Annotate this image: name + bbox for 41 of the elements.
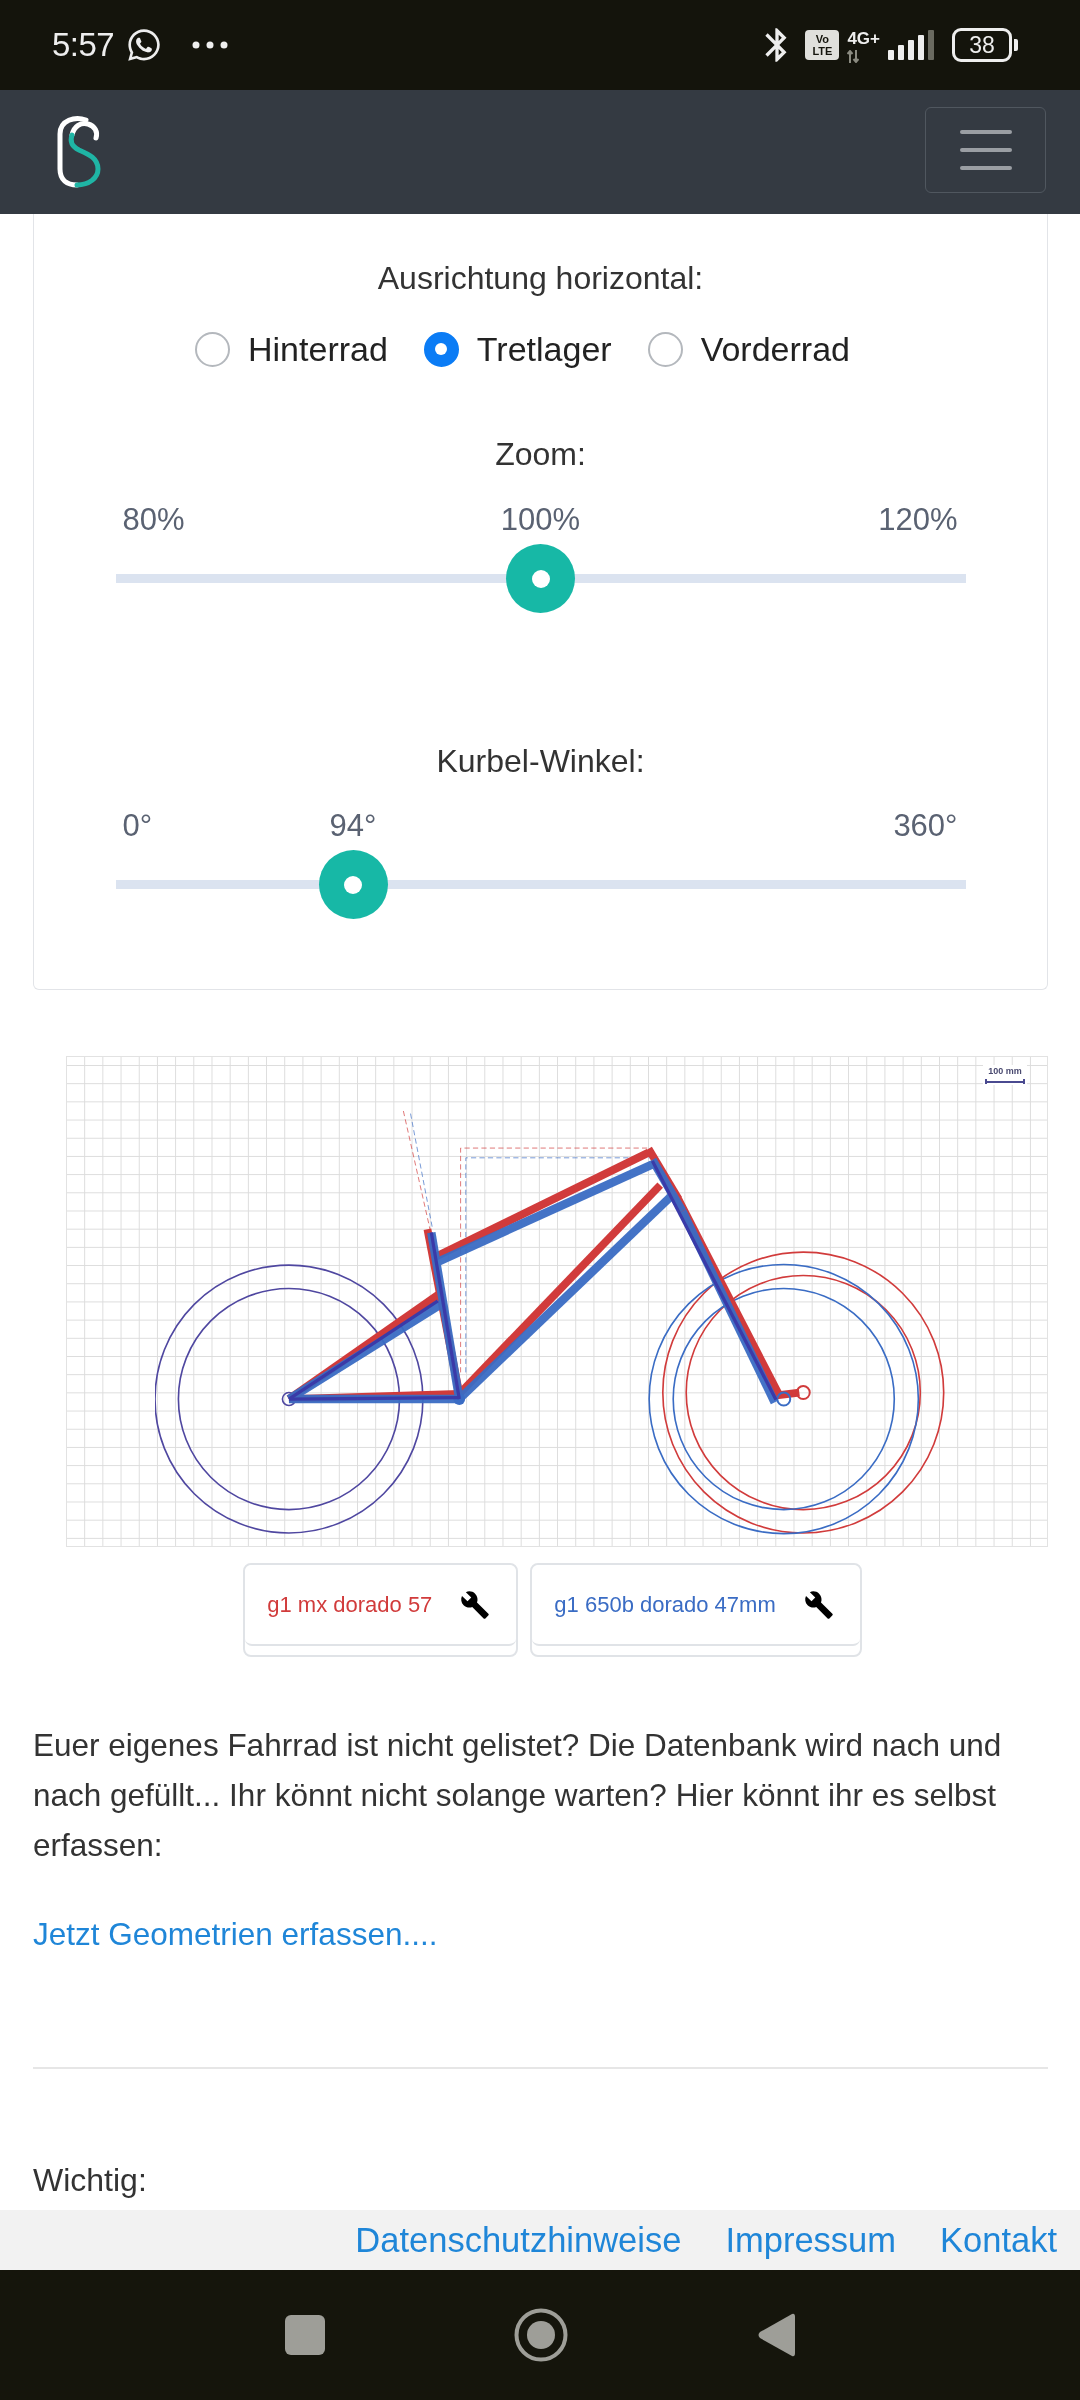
radio-button[interactable] xyxy=(647,331,683,367)
slider-max-label: 360° xyxy=(893,808,958,844)
more-dots-icon xyxy=(192,41,229,49)
radio-label[interactable]: Vorderrad xyxy=(700,329,850,369)
wrench-icon xyxy=(803,1589,834,1620)
data-arrows-icon xyxy=(847,49,860,63)
radio-button[interactable] xyxy=(195,331,230,367)
bike-button[interactable]: g1 mx dorado 57 xyxy=(245,1565,517,1646)
chat-phone-icon xyxy=(126,27,163,63)
network-type-label: 4G+ xyxy=(847,29,880,48)
slider-label: Kurbel-Winkel: xyxy=(435,743,646,779)
battery-indicator: 38 xyxy=(952,28,1018,62)
alignment-label: Ausrichtung horizontal: xyxy=(377,260,704,296)
wrench-icon xyxy=(460,1589,491,1620)
menu-button[interactable] xyxy=(925,107,1046,193)
bike-button[interactable]: g1 650b dorado 47mm xyxy=(532,1565,860,1646)
radio-button[interactable] xyxy=(423,331,459,367)
slider-max-label: 120% xyxy=(878,502,958,538)
menu-icon xyxy=(959,130,1012,170)
recents-button[interactable] xyxy=(285,2315,325,2355)
home-button[interactable] xyxy=(514,2308,568,2362)
slider-value-label: 94° xyxy=(329,808,377,844)
notice-heading: Wichtig: xyxy=(33,2161,147,2200)
scale-label: 100 mm xyxy=(988,1066,1022,1076)
slider-min-label: 0° xyxy=(122,808,153,844)
add-geometry-link[interactable]: Jetzt Geometrien erfassen.... xyxy=(33,1909,438,1959)
radio-label[interactable]: Tretlager xyxy=(476,329,612,369)
radio-label[interactable]: Hinterrad xyxy=(248,329,388,369)
signal-icon xyxy=(888,30,934,60)
back-button[interactable] xyxy=(757,2312,795,2358)
status-time: 5:57 xyxy=(52,26,115,64)
footer-link[interactable]: Datenschutzhinweise xyxy=(355,2220,682,2260)
slider-label: Zoom: xyxy=(494,436,587,472)
intro-text: Euer eigenes Fahrrad ist nicht gelistet? Die Datenbank wird nach und nach gefüllt... Ihr könnt nicht solange warten? Hier könnt ihr es selbst erfassen: xyxy=(33,1726,1003,1865)
slider-value-label: 100% xyxy=(500,502,581,538)
scale-bar-icon xyxy=(985,1079,1025,1084)
slider-min-label: 80% xyxy=(122,502,185,538)
logo-icon[interactable] xyxy=(55,114,103,190)
footer-link[interactable]: Kontakt xyxy=(940,2220,1057,2260)
footer-link[interactable]: Impressum xyxy=(725,2220,896,2260)
volte-badge: Vo LTE xyxy=(805,30,840,60)
